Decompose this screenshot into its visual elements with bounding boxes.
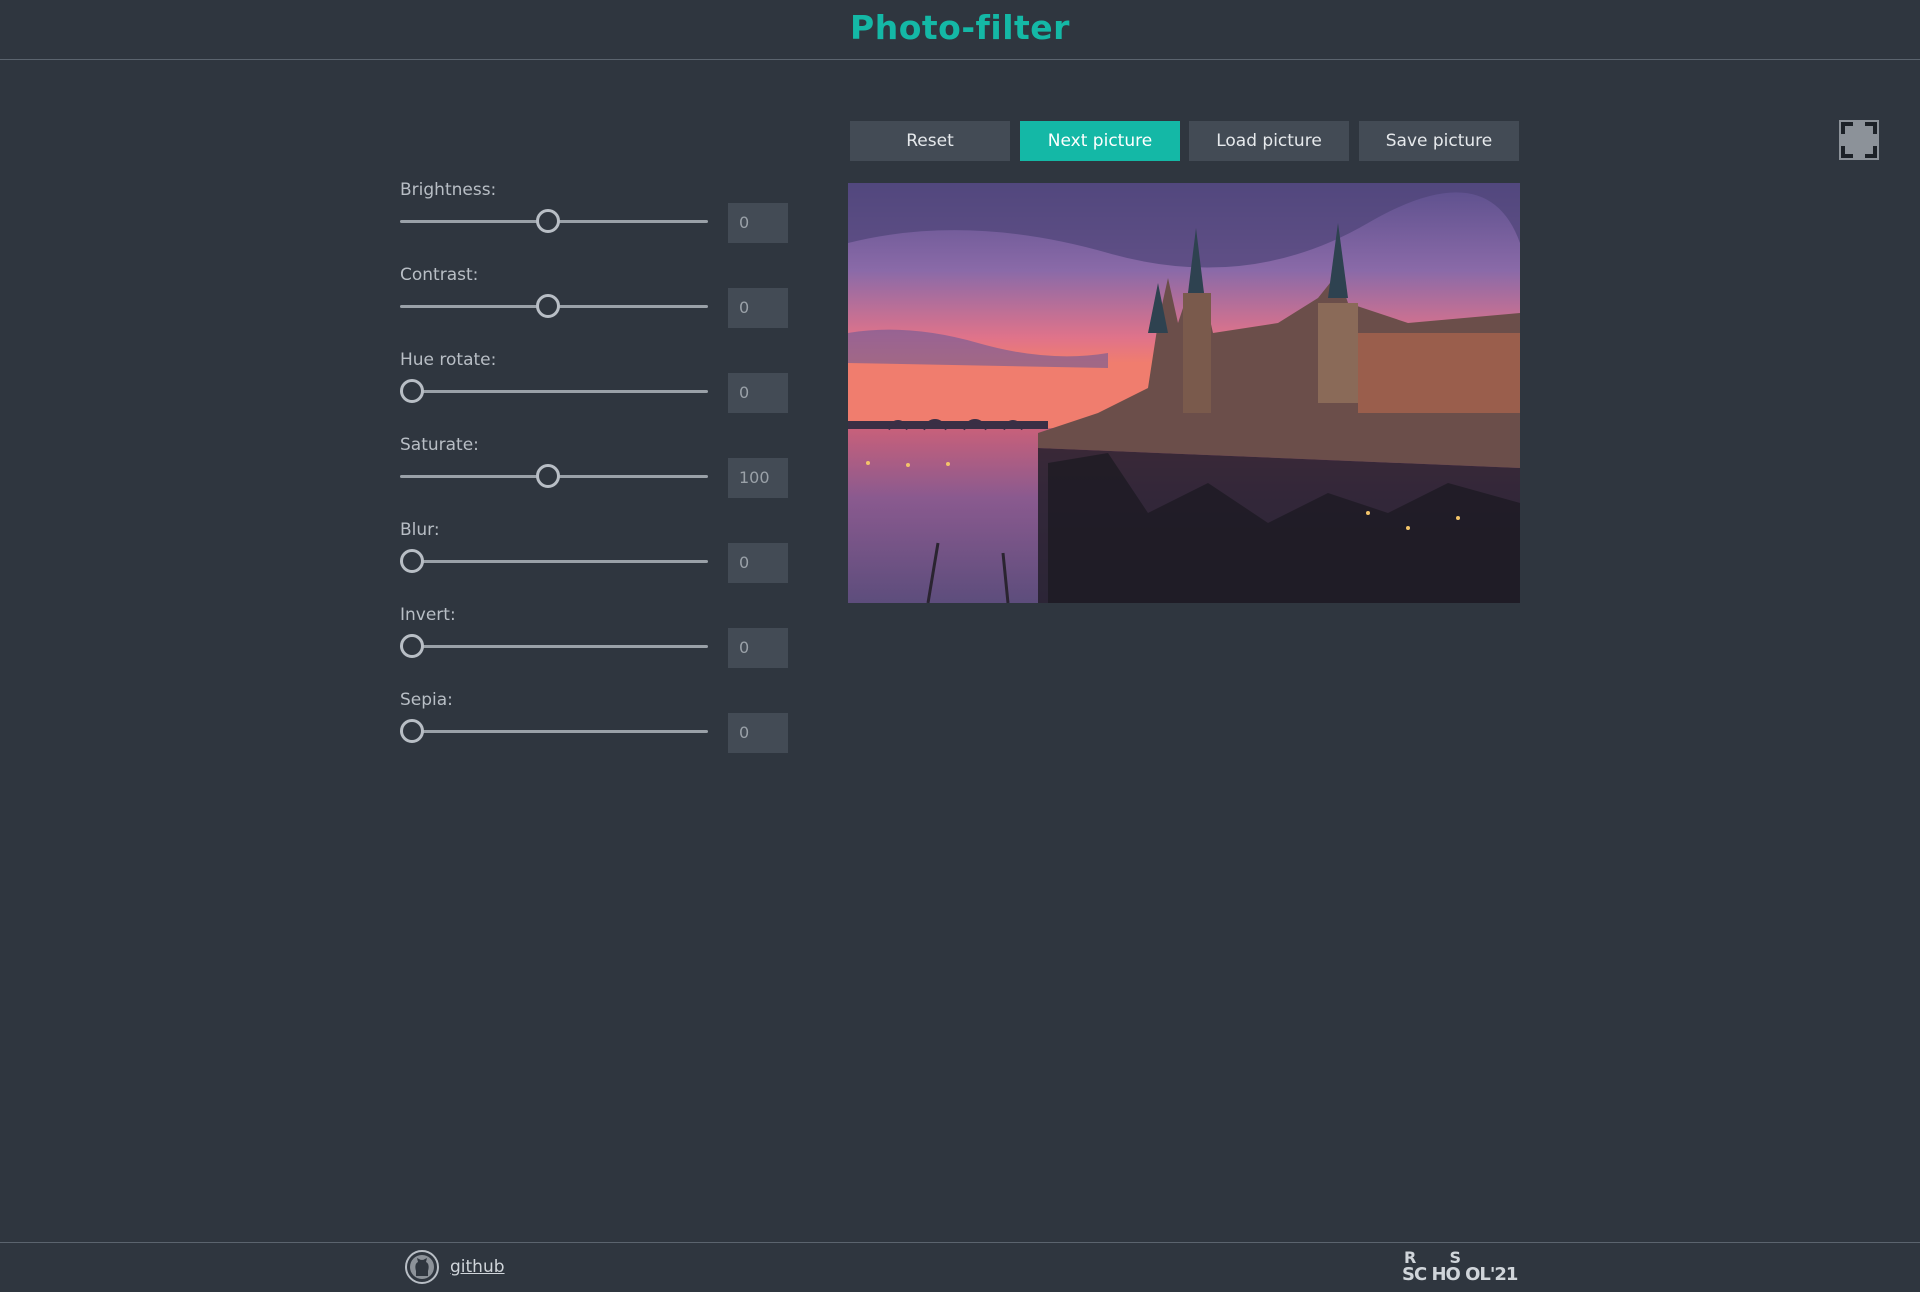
sepia-value: 0 — [728, 713, 788, 753]
slider-track — [400, 390, 708, 393]
saturate-slider[interactable] — [400, 461, 708, 491]
next-picture-button[interactable]: Next picture — [1020, 121, 1180, 161]
filter-invert: Invert: 0 — [400, 605, 790, 675]
slider-thumb[interactable] — [400, 634, 424, 658]
photo-canvas — [848, 183, 1520, 603]
slider-thumb[interactable] — [536, 464, 560, 488]
brightness-slider[interactable] — [400, 206, 708, 236]
slider-thumb[interactable] — [536, 209, 560, 233]
github-icon[interactable] — [404, 1249, 440, 1285]
save-picture-button[interactable]: Save picture — [1359, 121, 1519, 161]
saturate-value: 100 — [728, 458, 788, 498]
filter-label-blur: Blur: — [400, 520, 440, 540]
github-link[interactable]: github — [450, 1257, 505, 1277]
hue-rotate-slider[interactable] — [400, 376, 708, 406]
invert-slider[interactable] — [400, 631, 708, 661]
slider-thumb[interactable] — [536, 294, 560, 318]
photo-image — [848, 183, 1520, 603]
slider-thumb[interactable] — [400, 719, 424, 743]
rs-school-logo[interactable]: R S SC HO OL'21 — [1402, 1248, 1520, 1286]
filter-label-saturate: Saturate: — [400, 435, 479, 455]
footer: github R S SC HO OL'21 — [0, 1242, 1920, 1292]
filter-label-hue-rotate: Hue rotate: — [400, 350, 497, 370]
app-title: Photo-filter — [850, 8, 1070, 47]
filter-label-brightness: Brightness: — [400, 180, 497, 200]
filter-label-invert: Invert: — [400, 605, 456, 625]
slider-thumb[interactable] — [400, 379, 424, 403]
blur-slider[interactable] — [400, 546, 708, 576]
filter-label-sepia: Sepia: — [400, 690, 453, 710]
fullscreen-icon — [1839, 120, 1879, 160]
header: Photo-filter — [0, 0, 1920, 60]
filter-saturate: Saturate: 100 — [400, 435, 790, 505]
blur-value: 0 — [728, 543, 788, 583]
filter-sepia: Sepia: 0 — [400, 690, 790, 760]
slider-track — [400, 730, 708, 733]
contrast-value: 0 — [728, 288, 788, 328]
sepia-slider[interactable] — [400, 716, 708, 746]
slider-track — [400, 560, 708, 563]
contrast-slider[interactable] — [400, 291, 708, 321]
fullscreen-button[interactable] — [1839, 120, 1879, 160]
toolbar: Reset Next picture Load picture Save pic… — [850, 121, 1519, 161]
filter-blur: Blur: 0 — [400, 520, 790, 590]
reset-button[interactable]: Reset — [850, 121, 1010, 161]
brightness-value: 0 — [728, 203, 788, 243]
filter-label-contrast: Contrast: — [400, 265, 479, 285]
slider-thumb[interactable] — [400, 549, 424, 573]
filter-hue-rotate: Hue rotate: 0 — [400, 350, 790, 420]
slider-track — [400, 645, 708, 648]
load-picture-button[interactable]: Load picture — [1189, 121, 1349, 161]
hue-rotate-value: 0 — [728, 373, 788, 413]
invert-value: 0 — [728, 628, 788, 668]
filter-brightness: Brightness: 0 — [400, 180, 790, 250]
filter-contrast: Contrast: 0 — [400, 265, 790, 335]
